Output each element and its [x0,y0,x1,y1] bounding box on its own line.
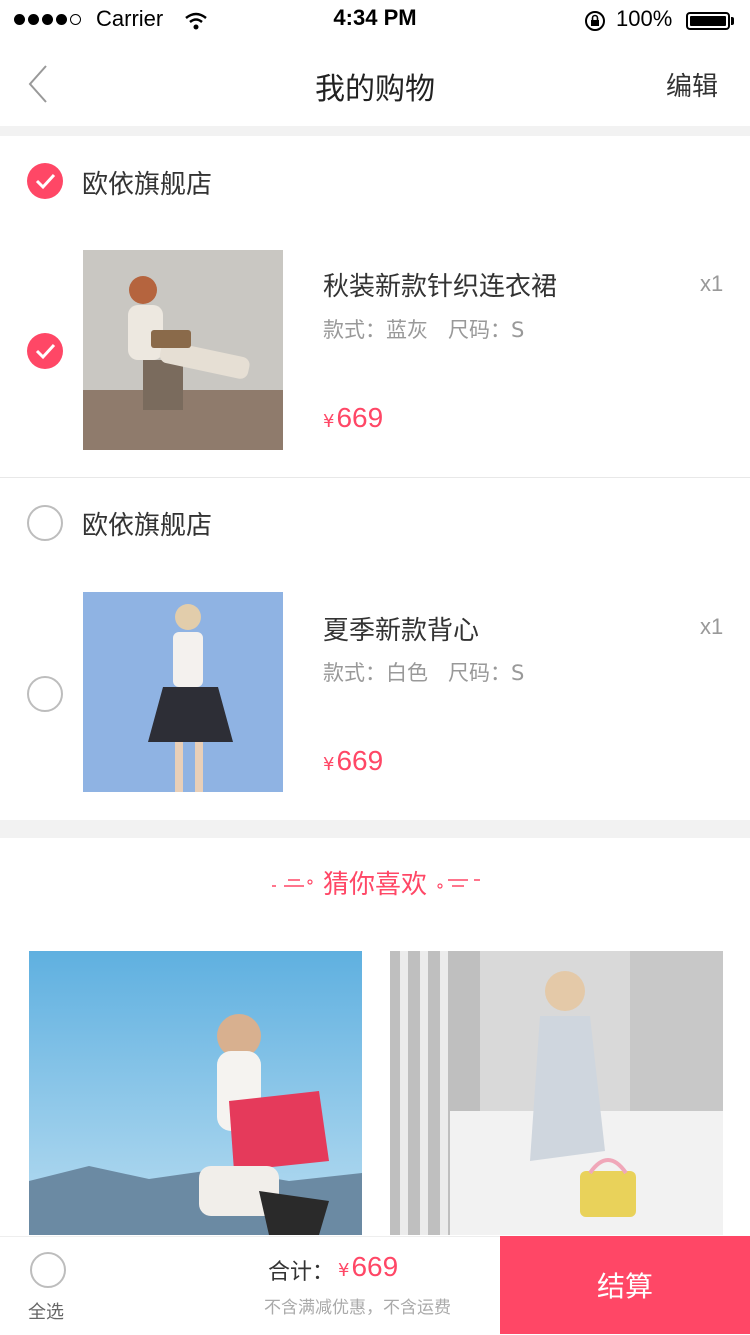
battery-icon [686,12,730,30]
select-all-label[interactable]: 全选 [28,1298,64,1324]
total-note: 不含满减优惠，不含运费 [264,1298,451,1318]
section-divider [0,126,750,136]
orientation-lock-icon [585,11,605,31]
product-price: ¥669 [323,745,383,777]
battery-percent: 100% [616,6,673,31]
battery-tip [731,17,734,25]
title-decoration-right-icon [437,879,480,889]
shop-checkbox[interactable] [27,163,63,199]
recommend-product-image[interactable] [29,951,362,1235]
price-value: 669 [351,1251,399,1282]
page-title: 我的购物 [315,72,435,107]
product-image[interactable] [83,250,283,450]
total-label: 合计： [268,1260,335,1285]
shop-name[interactable]: 欧依旗舰店 [82,505,212,542]
currency-symbol: ¥ [338,1260,350,1281]
divider [0,477,750,478]
item-checkbox[interactable] [27,333,63,369]
price-value: 669 [336,402,384,433]
select-all-checkbox[interactable] [30,1252,66,1288]
price-value: 669 [336,745,384,776]
checkmark-icon [35,173,56,190]
item-checkbox[interactable] [27,676,63,712]
product-image[interactable] [83,592,283,792]
section-divider [0,820,750,838]
product-quantity: x1 [700,614,724,639]
shop-checkbox[interactable] [27,505,63,541]
shop-name[interactable]: 欧依旗舰店 [82,164,212,201]
currency-symbol: ¥ [323,411,335,432]
product-spec: 款式：蓝灰 尺码：S [323,318,525,342]
status-bar: Carrier 4:34 PM 100% [0,0,750,40]
total-price: ¥669 [338,1251,398,1283]
product-title[interactable]: 秋装新款针织连衣裙 [323,266,557,303]
product-quantity: x1 [700,271,724,296]
edit-button[interactable]: 编辑 [666,66,718,103]
recommend-product-image[interactable] [390,951,723,1235]
currency-symbol: ¥ [323,754,335,775]
product-price: ¥669 [323,402,383,434]
product-title[interactable]: 夏季新款背心 [323,610,479,647]
product-spec: 款式：白色 尺码：S [323,661,525,685]
checkout-button[interactable]: 结算 [500,1236,750,1334]
recommend-title: 猜你喜欢 [322,870,427,900]
checkmark-icon [35,343,56,360]
